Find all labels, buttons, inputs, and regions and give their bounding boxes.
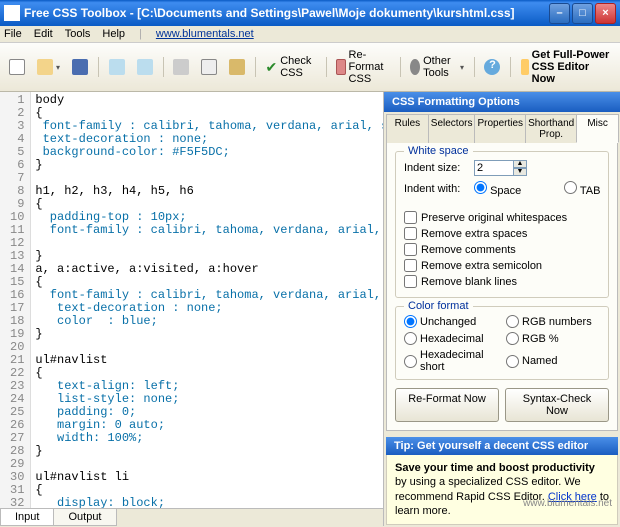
colorformat-legend: Color format	[404, 300, 473, 312]
redo-button[interactable]	[133, 56, 157, 78]
check-css-button[interactable]: ✔Check CSS	[261, 52, 319, 82]
reformat-icon	[336, 59, 345, 75]
chk-rmcomments[interactable]	[404, 243, 417, 256]
sidebar-header: CSS Formatting Options	[384, 92, 620, 112]
tab-input[interactable]: Input	[0, 509, 54, 526]
tip-header: Tip: Get yourself a decent CSS editor	[386, 437, 618, 455]
paste-button[interactable]	[225, 56, 249, 78]
indent-with-label: Indent with:	[404, 183, 474, 195]
radio-rgbnum[interactable]	[506, 315, 519, 328]
tab-rules[interactable]: Rules	[386, 114, 429, 143]
open-button[interactable]: ▾	[33, 56, 64, 78]
reformat-css-button[interactable]: Re-Format CSS	[332, 46, 394, 88]
chk-preserve[interactable]	[404, 211, 417, 224]
editor-pane: 1234567891011121314151617181920212223242…	[0, 92, 384, 526]
radio-hexshort[interactable]	[404, 355, 417, 368]
titlebar: Free CSS Toolbox - [C:\Documents and Set…	[0, 0, 620, 26]
code-editor[interactable]: 1234567891011121314151617181920212223242…	[0, 92, 383, 508]
tab-output[interactable]: Output	[53, 509, 116, 526]
tab-shorthandprop[interactable]: Shorthand Prop.	[525, 114, 577, 143]
menu-edit[interactable]: Edit	[34, 28, 53, 40]
radio-tab[interactable]	[564, 181, 577, 194]
reformat-now-button[interactable]: Re-Format Now	[395, 388, 499, 422]
radio-named[interactable]	[506, 355, 519, 368]
menubar: File Edit Tools Help | www.blumentals.ne…	[0, 26, 620, 43]
menu-tools[interactable]: Tools	[65, 28, 91, 40]
spin-up[interactable]: ▲	[513, 160, 527, 168]
sidebar: CSS Formatting Options RulesSelectorsPro…	[384, 92, 620, 526]
menu-link[interactable]: www.blumentals.net	[156, 28, 254, 40]
download-icon	[521, 59, 529, 75]
menu-help[interactable]: Help	[102, 28, 125, 40]
toolbar: ▾ ✔Check CSS Re-Format CSS Other Tools▾ …	[0, 43, 620, 92]
save-button[interactable]	[68, 56, 92, 78]
whitespace-legend: White space	[404, 145, 473, 157]
window-title: Free CSS Toolbox - [C:\Documents and Set…	[24, 6, 549, 20]
chk-rmblank[interactable]	[404, 275, 417, 288]
menu-file[interactable]: File	[4, 28, 22, 40]
minimize-button[interactable]: –	[549, 3, 570, 24]
app-icon	[4, 5, 20, 21]
tab-misc[interactable]: Misc	[576, 114, 619, 143]
cut-button[interactable]	[169, 56, 193, 78]
tab-properties[interactable]: Properties	[474, 114, 526, 143]
indent-size-label: Indent size:	[404, 162, 474, 174]
new-button[interactable]	[5, 56, 29, 78]
undo-button[interactable]	[105, 56, 129, 78]
copy-button[interactable]	[197, 56, 221, 78]
radio-hex[interactable]	[404, 332, 417, 345]
help-button[interactable]: ?	[480, 56, 504, 78]
indent-size-input[interactable]	[474, 160, 514, 176]
check-icon: ✔	[265, 59, 277, 75]
syntax-check-button[interactable]: Syntax-Check Now	[505, 388, 609, 422]
tab-selectors[interactable]: Selectors	[428, 114, 476, 143]
tip-body: Save your time and boost productivity by…	[386, 455, 618, 525]
chk-rmsemi[interactable]	[404, 259, 417, 272]
spin-down[interactable]: ▼	[513, 168, 527, 176]
help-icon: ?	[484, 59, 500, 75]
chk-rmspaces[interactable]	[404, 227, 417, 240]
radio-space[interactable]	[474, 181, 487, 194]
radio-rgbpct[interactable]	[506, 332, 519, 345]
close-button[interactable]: ×	[595, 3, 616, 24]
status-text: www.blumentals.net	[523, 498, 612, 509]
other-tools-button[interactable]: Other Tools▾	[406, 52, 468, 82]
gear-icon	[410, 59, 420, 75]
radio-unchanged[interactable]	[404, 315, 417, 328]
promo-button[interactable]: Get Full-Power CSS Editor Now	[517, 46, 615, 88]
maximize-button[interactable]: □	[572, 3, 593, 24]
